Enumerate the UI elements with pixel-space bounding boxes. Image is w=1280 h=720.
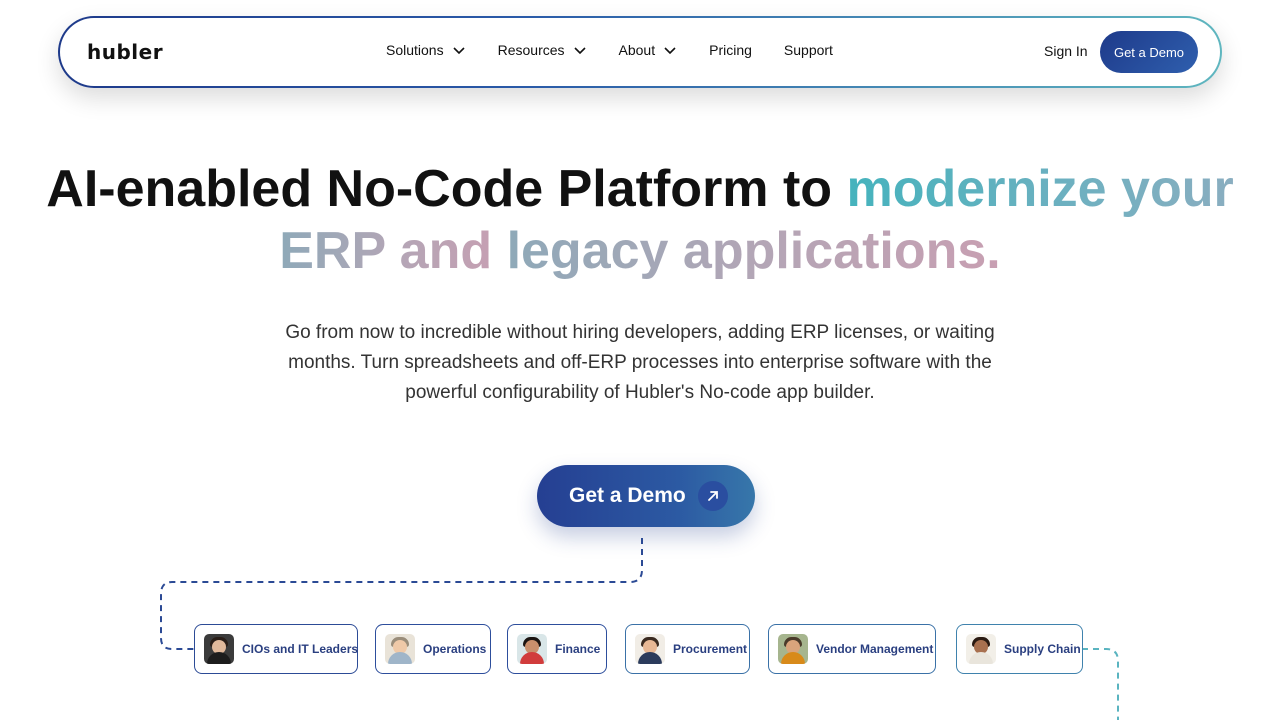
chevron-down-icon <box>453 47 465 55</box>
avatar <box>778 634 808 664</box>
role-chip-finance[interactable]: Finance <box>507 624 607 674</box>
avatar <box>204 634 234 664</box>
role-chip-supply-chain[interactable]: Supply Chain <box>956 624 1083 674</box>
hero-title-highlight: ERP and <box>279 222 507 280</box>
chip-label: Vendor Management <box>816 642 934 656</box>
chip-label: Finance <box>555 642 601 656</box>
main-menu: Solutions Resources About Pricing Suppor… <box>386 42 865 58</box>
chevron-down-icon <box>573 47 586 55</box>
chip-label: CIOs and IT Leaders <box>242 642 359 656</box>
menu-item-solutions[interactable]: Solutions <box>386 42 466 58</box>
hero-title-highlight: legacy applications. <box>506 222 1001 280</box>
menu-item-pricing[interactable]: Pricing <box>709 42 752 58</box>
avatar <box>517 634 547 664</box>
top-navbar: hubler Solutions Resources About Pricing… <box>58 16 1222 88</box>
chevron-down-icon <box>664 47 676 55</box>
menu-label: Pricing <box>709 42 752 58</box>
nav-get-demo-button[interactable]: Get a Demo <box>1100 31 1198 73</box>
role-chip-vendor-management[interactable]: Vendor Management <box>768 624 936 674</box>
cta-label: Get a Demo <box>569 484 686 507</box>
avatar <box>635 634 665 664</box>
hero-get-demo-button[interactable]: Get a Demo <box>537 465 755 527</box>
arrow-up-right-icon <box>697 481 728 511</box>
menu-item-resources[interactable]: Resources <box>498 42 587 58</box>
menu-label: Resources <box>497 42 565 58</box>
chip-label: Procurement <box>673 642 748 656</box>
hero-title-main: AI-enabled No-Code Platform to <box>46 160 847 218</box>
avatar <box>385 634 415 664</box>
hero-subtitle: Go from now to incredible without hiring… <box>285 322 995 403</box>
role-chip-operations[interactable]: Operations <box>375 624 491 674</box>
role-chip-cio[interactable]: CIOs and IT Leaders <box>194 624 358 674</box>
navbar-inner: hubler Solutions Resources About Pricing… <box>60 18 1220 86</box>
menu-label: About <box>618 42 656 58</box>
menu-label: Solutions <box>386 42 444 58</box>
avatar <box>966 634 996 664</box>
role-chip-procurement[interactable]: Procurement <box>625 624 750 674</box>
hero-title: AI-enabled No-Code Platform to modernize… <box>0 158 1280 282</box>
menu-item-support[interactable]: Support <box>784 42 833 58</box>
hubler-logo[interactable]: hubler <box>87 40 163 64</box>
sign-in-link[interactable]: Sign In <box>1044 43 1088 59</box>
hero-title-highlight: modernize your <box>846 160 1234 218</box>
chip-label: Operations <box>423 642 487 656</box>
menu-item-about[interactable]: About <box>619 42 678 58</box>
chip-label: Supply Chain <box>1004 642 1081 656</box>
menu-label: Support <box>783 42 833 58</box>
